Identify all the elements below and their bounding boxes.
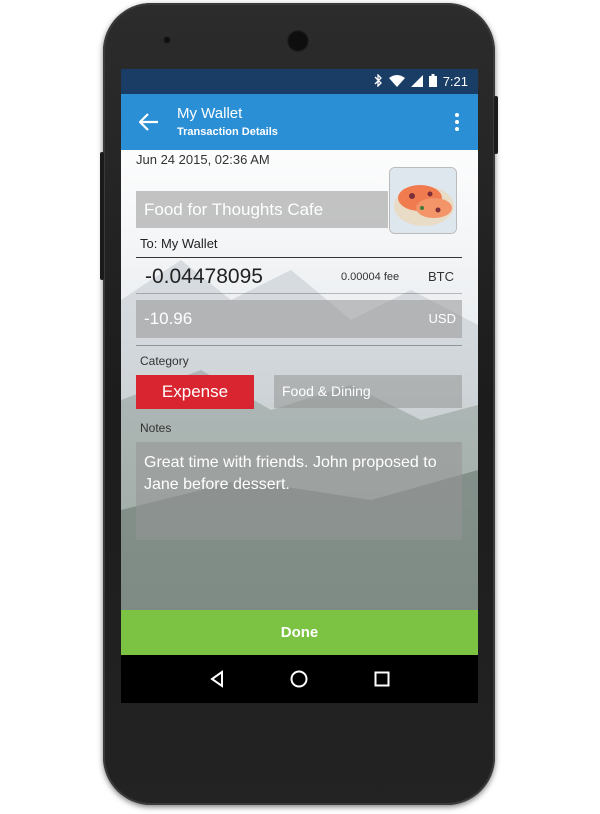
- signal-icon: [410, 74, 423, 89]
- back-button[interactable]: [135, 108, 163, 136]
- btc-unit: BTC: [428, 269, 454, 284]
- merchant-photo[interactable]: [389, 167, 457, 234]
- fee-label: 0.00004 fee: [341, 271, 400, 283]
- category-field[interactable]: Food & Dining: [274, 375, 462, 408]
- amount-usd: -10.96: [144, 309, 193, 328]
- done-button[interactable]: Done: [121, 610, 478, 655]
- more-vert-icon[interactable]: [450, 111, 464, 133]
- status-time: 7:21: [442, 74, 468, 89]
- phone-camera: [163, 36, 171, 44]
- divider: [136, 345, 462, 346]
- recents-square-icon[interactable]: [370, 667, 394, 691]
- battery-icon: [428, 74, 437, 89]
- app-subtitle: Transaction Details: [177, 126, 278, 138]
- merchant-field[interactable]: Food for Thoughts Cafe: [136, 191, 388, 228]
- usd-amount-field[interactable]: -10.96 USD: [136, 300, 462, 338]
- back-triangle-icon[interactable]: [205, 667, 229, 691]
- wifi-icon: [388, 74, 405, 89]
- usd-unit: USD: [428, 311, 456, 326]
- system-nav-bar: [121, 655, 478, 703]
- screen: 7:21 My Wallet Transaction Details Jun 2…: [121, 69, 478, 655]
- app-title: My Wallet: [177, 105, 243, 122]
- app-bar: My Wallet Transaction Details: [121, 94, 478, 150]
- notes-field[interactable]: Great time with friends. John proposed t…: [136, 442, 462, 540]
- notes-label: Notes: [140, 421, 172, 435]
- phone-volume-button: [494, 96, 498, 154]
- status-bar: 7:21: [121, 69, 478, 94]
- home-circle-icon[interactable]: [287, 667, 311, 691]
- divider: [136, 293, 462, 294]
- phone-speaker: [287, 30, 309, 52]
- category-label: Category: [140, 354, 189, 368]
- bluetooth-icon: [373, 73, 383, 89]
- arrow-left-icon: [139, 113, 158, 131]
- amount-btc: -0.04478095: [145, 265, 263, 288]
- expense-button[interactable]: Expense: [136, 375, 254, 409]
- transaction-date: Jun 24 2015, 02:36 AM: [136, 152, 270, 167]
- recipient-label: To: My Wallet: [140, 236, 218, 251]
- phone-power-button: [100, 152, 104, 280]
- divider: [136, 257, 462, 258]
